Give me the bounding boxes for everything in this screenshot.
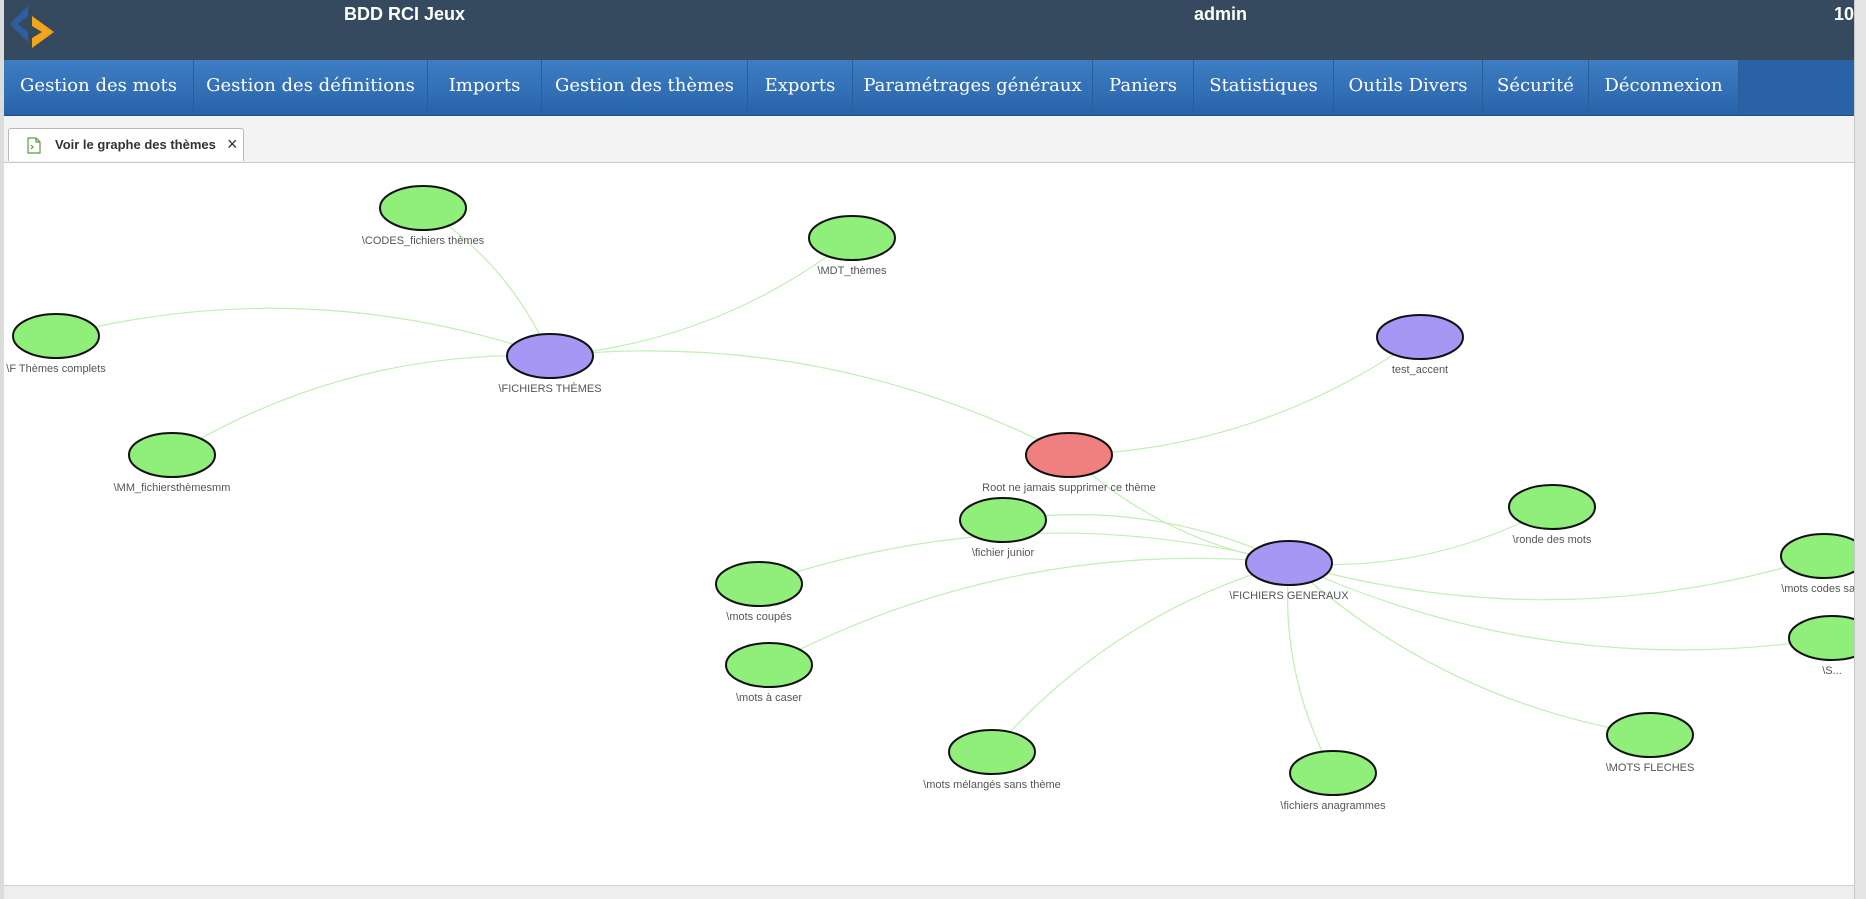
menu-deconnexion[interactable]: Déconnexion — [1589, 60, 1739, 115]
graph-node-fg[interactable] — [1245, 540, 1333, 586]
menu-outils-divers[interactable]: Outils Divers — [1334, 60, 1483, 115]
document-icon — [27, 137, 41, 154]
graph-node-label: \MDT_thèmes — [817, 265, 887, 277]
graph-node-ft[interactable] — [506, 333, 594, 379]
graph-node-label: \S... — [1822, 665, 1842, 677]
menu-filler — [1739, 60, 1854, 115]
graph-edge — [549, 350, 1070, 456]
top-header: BDD RCI Jeux admin 10 — [4, 0, 1854, 60]
app-window: BDD RCI Jeux admin 10 Gestion des mots G… — [4, 0, 1854, 899]
graph-node-s[interactable] — [1788, 615, 1854, 661]
graph-edge — [768, 557, 1290, 666]
graph-node-label: \F Thèmes complets — [6, 363, 106, 375]
graph-node-label: \CODES_fichiers thèmes — [362, 235, 485, 247]
graph-node-label: \MM_fichiersthèmesmm — [114, 482, 231, 494]
main-menu: Gestion des mots Gestion des définitions… — [4, 60, 1854, 116]
graph-node-codesans[interactable] — [1780, 533, 1854, 579]
graph-node-label: \mots à caser — [736, 692, 802, 704]
graph-node-melanges[interactable] — [948, 729, 1036, 775]
menu-exports[interactable]: Exports — [748, 60, 853, 115]
graph-edge — [1068, 336, 1421, 456]
graph-node-coupes[interactable] — [715, 561, 803, 607]
tab-label: Voir le graphe des thèmes — [55, 137, 216, 152]
close-icon[interactable]: × — [227, 134, 238, 154]
graph-edge — [549, 237, 853, 357]
graph-node-junior[interactable] — [959, 497, 1047, 543]
graph-edge — [1288, 562, 1651, 736]
menu-statistiques[interactable]: Statistiques — [1194, 60, 1334, 115]
app-title: BDD RCI Jeux — [344, 4, 466, 24]
graph-node-mm[interactable] — [128, 432, 216, 478]
graph-edge — [55, 307, 551, 357]
menu-securite[interactable]: Sécurité — [1483, 60, 1589, 115]
graph-node-label: \fichiers anagrammes — [1280, 800, 1386, 812]
menu-gestion-des-definitions[interactable]: Gestion des définitions — [194, 60, 428, 115]
menu-paniers[interactable]: Paniers — [1093, 60, 1194, 115]
graph-edge — [422, 207, 551, 357]
graph-node-label: \FICHIERS GENERAUX — [1229, 590, 1349, 602]
tab-voir-graphe-themes[interactable]: Voir le graphe des thèmes × — [8, 128, 244, 161]
graph-node-root[interactable] — [1025, 432, 1113, 478]
graph-node-codes[interactable] — [379, 185, 467, 231]
graph-edge — [1068, 454, 1290, 564]
graph-node-mdt[interactable] — [808, 215, 896, 261]
graph-node-label: \fichier junior — [972, 547, 1035, 559]
menu-imports[interactable]: Imports — [428, 60, 542, 115]
menu-parametrages-generaux[interactable]: Paramétrages généraux — [853, 60, 1093, 115]
tab-strip: Voir le graphe des thèmes × — [4, 116, 1854, 163]
app-logo-icon — [10, 6, 54, 48]
graph-node-ftc[interactable] — [12, 313, 100, 359]
theme-graph-canvas[interactable]: Root ne jamais supprimer ce thème \FICHIE… — [4, 163, 1854, 885]
graph-node-label: test_accent — [1392, 364, 1448, 376]
graph-edge — [171, 354, 551, 456]
header-right-text: 10 — [1834, 4, 1854, 24]
menu-gestion-des-mots[interactable]: Gestion des mots — [4, 60, 194, 115]
graph-node-label: Root ne jamais supprimer ce thème — [982, 482, 1156, 494]
graph-node-label: \mots coupés — [726, 611, 792, 623]
current-user: admin — [1194, 4, 1248, 24]
graph-node-ta[interactable] — [1376, 314, 1464, 360]
bottom-bar — [4, 885, 1854, 899]
menu-gestion-des-themes[interactable]: Gestion des thèmes — [542, 60, 748, 115]
graph-node-label: \ronde des mots — [1513, 534, 1592, 546]
graph-node-caser[interactable] — [725, 642, 813, 688]
graph-node-anag[interactable] — [1289, 750, 1377, 796]
graph-node-label: \mots mélangés sans thème — [923, 779, 1061, 791]
theme-graph[interactable]: Root ne jamais supprimer ce thème \FICHIE… — [4, 163, 1854, 885]
graph-node-fleches[interactable] — [1606, 712, 1694, 758]
graph-node-ronde[interactable] — [1508, 484, 1596, 530]
graph-node-label: \MOTS FLECHES — [1606, 762, 1695, 774]
window-scrollbar[interactable] — [1854, 0, 1866, 899]
graph-node-label: \FICHIERS THÈMES — [498, 382, 601, 395]
graph-node-label: \mots codes sans — [1781, 583, 1854, 595]
